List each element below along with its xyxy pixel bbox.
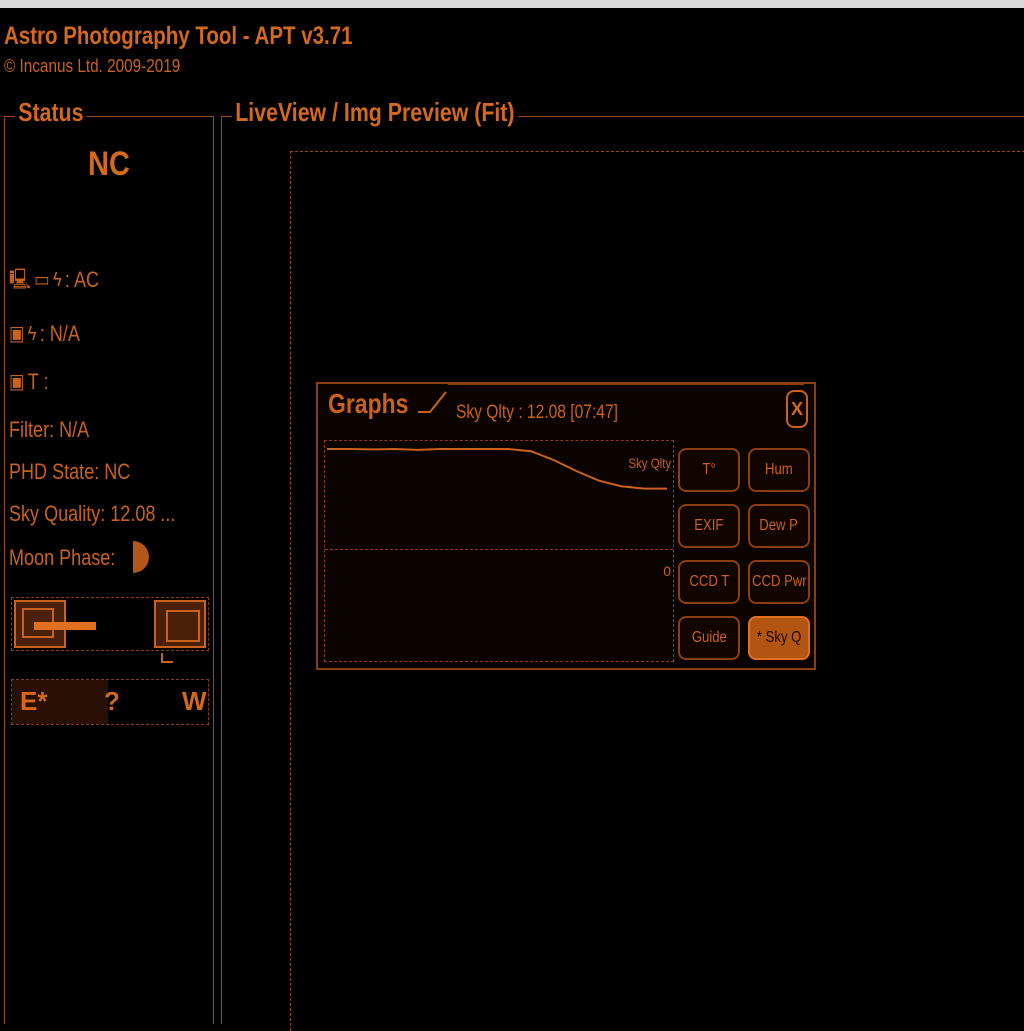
filter-status: Filter: N/A — [9, 417, 90, 442]
lightning-icon: ϟ — [52, 269, 62, 291]
graph-plot-area: Sky Qlty 0 — [324, 440, 674, 662]
close-button[interactable]: X — [786, 390, 808, 428]
sky-quality-status: Sky Quality: 12.08 ... — [9, 501, 176, 526]
plot-series-label: Sky Qlty — [628, 455, 671, 471]
copyright-text: © Incanus Ltd. 2009-2019 — [4, 56, 181, 76]
ew-east-label: E* — [20, 686, 48, 716]
power-row: 🖳 ▭ ϟ : AC — [9, 267, 99, 293]
lightning-icon: ϟ — [27, 323, 37, 345]
sky-quality-series-line — [327, 447, 667, 490]
window-top-edge — [0, 0, 1024, 8]
graphs-window[interactable]: Graphs Sky Qlty : 12.08 [07:47] X Sky Ql… — [316, 382, 816, 670]
power-value: : AC — [64, 267, 100, 292]
temperature-label: T : — [27, 369, 49, 394]
computer-icon: 🖳 — [9, 269, 31, 291]
graphs-header-line — [448, 384, 804, 385]
screen-brightness-slider[interactable] — [11, 597, 209, 651]
ew-indicator[interactable]: E* ? W — [11, 679, 209, 725]
ew-unknown-label: ? — [104, 686, 120, 716]
status-panel: Status NC 🖳 ▭ ϟ : AC ▣ ϟ : N/A ▣ T : Fil… — [4, 97, 214, 1024]
moon-phase-label: Moon Phase: — [9, 545, 116, 570]
battery-icon: ▭ — [34, 269, 50, 291]
graph-button-hum[interactable]: Hum — [748, 448, 810, 492]
camera-power-row: ▣ ϟ : N/A — [9, 321, 80, 347]
phd-state: PHD State: NC — [9, 459, 131, 484]
moon-phase-icon — [133, 541, 149, 573]
slider-handle[interactable] — [34, 622, 96, 630]
graph-button-exif[interactable]: EXIF — [678, 504, 740, 548]
app-title: Astro Photography Tool - APT v3.71 — [4, 22, 353, 50]
sky-quality-graph — [327, 447, 667, 490]
plot-zero-label: 0 — [663, 563, 671, 579]
liveview-panel-title: LiveView / Img Preview (Fit) — [232, 97, 518, 128]
monitor-stand-icon — [161, 653, 173, 663]
graph-button-sky-q[interactable]: * Sky Q — [748, 616, 810, 660]
status-panel-title: Status — [15, 97, 87, 128]
graphs-title-decoration — [418, 391, 447, 413]
camera-icon: ▣ — [9, 323, 25, 345]
graph-button-ccd-pwr[interactable]: CCD Pwr — [748, 560, 810, 604]
monitor-bright-icon[interactable] — [154, 600, 206, 648]
connection-status: NC — [88, 145, 130, 183]
sky-quality-readout: Sky Qlty : 12.08 [07:47] — [456, 402, 618, 423]
graph-button-guide[interactable]: Guide — [678, 616, 740, 660]
graph-button-t[interactable]: T° — [678, 448, 740, 492]
camera-icon: ▣ — [9, 371, 25, 393]
graph-button-ccd-t[interactable]: CCD T — [678, 560, 740, 604]
graph-button-dew-p[interactable]: Dew P — [748, 504, 810, 548]
ew-west-label: W — [182, 686, 207, 716]
camera-power-value: : N/A — [39, 321, 80, 346]
graphs-title: Graphs — [328, 388, 409, 419]
temperature-row: ▣ T : — [9, 369, 49, 395]
